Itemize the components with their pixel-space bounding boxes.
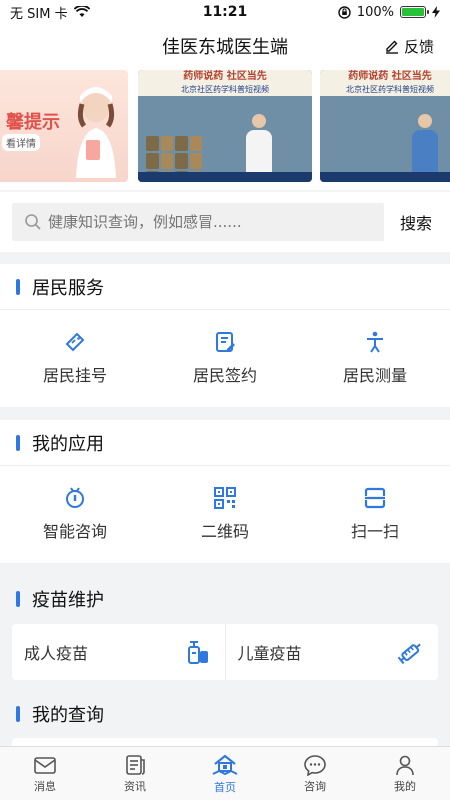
- grid-item-label: 居民测量: [342, 365, 407, 385]
- tab-profile[interactable]: 我的: [360, 747, 450, 800]
- profile-icon: [396, 755, 414, 775]
- tab-consult[interactable]: 咨询: [270, 747, 360, 800]
- section-accent-bar: [16, 278, 20, 295]
- grid-item-label: 智能咨询: [42, 521, 107, 541]
- section-title: 居民服务: [32, 277, 104, 299]
- home-icon: [212, 754, 238, 775]
- search-icon: [25, 214, 41, 230]
- consult-icon: [304, 754, 326, 776]
- tab-news[interactable]: 资讯: [90, 747, 180, 800]
- resident-measure-button[interactable]: 居民测量: [300, 310, 450, 405]
- measure-icon: [367, 331, 383, 353]
- charging-icon: [432, 6, 440, 18]
- smart-consult-button[interactable]: 智能咨询: [0, 466, 150, 561]
- section-title: 我的查询: [32, 705, 104, 726]
- banner-slide-title: 馨提示: [6, 112, 60, 133]
- battery-icon: [400, 6, 429, 18]
- adult-vaccine-card[interactable]: 成人疫苗: [12, 624, 225, 680]
- section-title: 疫苗维护: [32, 590, 104, 611]
- vaccine-cards: 成人疫苗 儿童疫苗: [12, 624, 438, 680]
- ticket-icon: [65, 332, 85, 351]
- section-accent-bar: [16, 706, 20, 722]
- search-bar: 搜索: [0, 192, 450, 252]
- my-apps-section: 我的应用 智能咨询 二维码 扫一扫: [0, 420, 450, 563]
- banner-slide-caption: 北京社区药学科普短视频: [320, 84, 450, 96]
- message-icon: [34, 756, 56, 774]
- grid-item-label: 居民挂号: [42, 365, 107, 385]
- section-header: 我的应用: [0, 420, 450, 466]
- carrier-label: 无 SIM 卡: [10, 6, 68, 22]
- vaccine-label: 儿童疫苗: [237, 644, 302, 663]
- tab-label: 首页: [214, 780, 236, 794]
- video-thumbnail: [320, 96, 450, 182]
- banner-slide-video-2[interactable]: 药师说药 社区当先 北京社区药学科普短视频: [320, 70, 450, 182]
- video-thumbnail: [138, 96, 312, 182]
- resident-register-button[interactable]: 居民挂号: [0, 310, 150, 405]
- search-box[interactable]: [12, 203, 384, 241]
- grid-item-label: 二维码: [200, 521, 249, 541]
- scan-button[interactable]: 扫一扫: [300, 466, 450, 561]
- contract-icon: [216, 331, 235, 352]
- banner-slide-reminder[interactable]: 馨提示 看详情: [0, 70, 128, 182]
- presenter-figure: [246, 114, 272, 174]
- bottom-tab-bar: 消息 资讯 首页 咨询 我的: [0, 746, 450, 800]
- news-icon: [126, 754, 145, 775]
- tab-home[interactable]: 首页: [180, 747, 270, 800]
- grid-item-label: 扫一扫: [350, 521, 399, 541]
- grid-item-label: 居民签约: [192, 365, 257, 385]
- smart-consult-icon: [66, 486, 84, 508]
- adult-vaccine-icon: [187, 641, 208, 664]
- child-vaccine-card[interactable]: 儿童疫苗: [224, 624, 439, 680]
- banner-carousel[interactable]: 馨提示 看详情 药师说药 社区当先 北京社区药学科普短视频 药师说药 社区当先 …: [0, 68, 450, 190]
- banner-slide-caption: 北京社区药学科普短视频: [138, 84, 312, 96]
- banner-slide-subtitle: 看详情: [2, 134, 40, 151]
- video-caption-bar: [320, 172, 450, 182]
- my-query-section: 我的查询: [0, 694, 450, 734]
- wifi-icon: [73, 6, 90, 17]
- section-accent-bar: [16, 434, 20, 451]
- edit-icon: [385, 40, 398, 54]
- feedback-button[interactable]: 反馈: [384, 24, 434, 68]
- page-title: 佳医东城医生端: [162, 37, 288, 58]
- status-bar: 无 SIM 卡 11:21 100%: [0, 0, 450, 24]
- nurse-illustration: [76, 87, 116, 178]
- scan-icon: [364, 487, 386, 508]
- orientation-lock-icon: [338, 5, 351, 19]
- qrcode-icon: [214, 486, 236, 509]
- section-title: 我的应用: [32, 433, 104, 455]
- app-header: 佳医东城医生端 反馈: [0, 24, 450, 68]
- search-button[interactable]: 搜索: [400, 210, 432, 234]
- resident-sign-button[interactable]: 居民签约: [150, 310, 300, 405]
- presenter-figure: [412, 114, 438, 174]
- section-accent-bar: [16, 591, 20, 607]
- section-header: 疫苗维护: [0, 578, 450, 620]
- qrcode-button[interactable]: 二维码: [150, 466, 300, 561]
- banner-slide-video-1[interactable]: 药师说药 社区当先 北京社区药学科普短视频: [138, 70, 312, 182]
- section-header: 居民服务: [0, 264, 450, 310]
- search-input[interactable]: [48, 213, 368, 231]
- video-caption-bar: [138, 172, 312, 182]
- tab-message[interactable]: 消息: [0, 747, 90, 800]
- tab-label: 我的: [394, 779, 416, 793]
- vaccine-section: 疫苗维护 成人疫苗 儿童疫苗: [0, 578, 450, 696]
- feedback-label: 反馈: [403, 37, 434, 56]
- child-vaccine-icon: [398, 643, 421, 665]
- tab-label: 资讯: [124, 779, 146, 793]
- tab-label: 咨询: [304, 779, 326, 793]
- vaccine-label: 成人疫苗: [24, 644, 89, 663]
- battery-percent: 100%: [356, 4, 394, 20]
- tab-label: 消息: [34, 779, 56, 793]
- resident-services-section: 居民服务 居民挂号 居民签约 居民测量: [0, 264, 450, 407]
